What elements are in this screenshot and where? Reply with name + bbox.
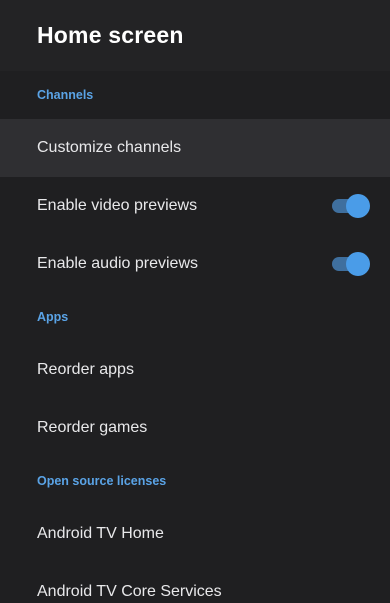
- section-header-apps: Apps: [37, 310, 69, 324]
- video-previews-toggle[interactable]: [332, 194, 370, 218]
- panel-header: Home screen: [0, 0, 390, 71]
- audio-previews-toggle[interactable]: [332, 252, 370, 276]
- reorder-apps-label: Reorder apps: [37, 361, 134, 378]
- enable-audio-previews-item[interactable]: Enable audio previews: [0, 235, 390, 293]
- android-tv-home-item[interactable]: Android TV Home: [0, 505, 390, 563]
- enable-video-previews-item[interactable]: Enable video previews: [0, 177, 390, 235]
- android-tv-core-services-item[interactable]: Android TV Core Services: [0, 563, 390, 603]
- customize-channels-label: Customize channels: [37, 139, 182, 156]
- reorder-games-label: Reorder games: [37, 419, 148, 436]
- enable-video-previews-label: Enable video previews: [37, 197, 198, 214]
- reorder-games-item[interactable]: Reorder games: [0, 399, 390, 457]
- reorder-apps-item[interactable]: Reorder apps: [0, 341, 390, 399]
- section-header-licenses: Open source licenses: [37, 474, 167, 488]
- page-title: Home screen: [37, 22, 184, 48]
- enable-audio-previews-label: Enable audio previews: [37, 255, 198, 272]
- toggle-thumb: [346, 252, 370, 276]
- android-tv-home-label: Android TV Home: [37, 525, 164, 542]
- section-header-channels: Channels: [37, 88, 94, 102]
- settings-panel: Home screen Channels Customize channels …: [0, 0, 390, 603]
- customize-channels-item[interactable]: Customize channels: [0, 119, 390, 177]
- toggle-thumb: [346, 194, 370, 218]
- android-tv-core-services-label: Android TV Core Services: [37, 583, 222, 600]
